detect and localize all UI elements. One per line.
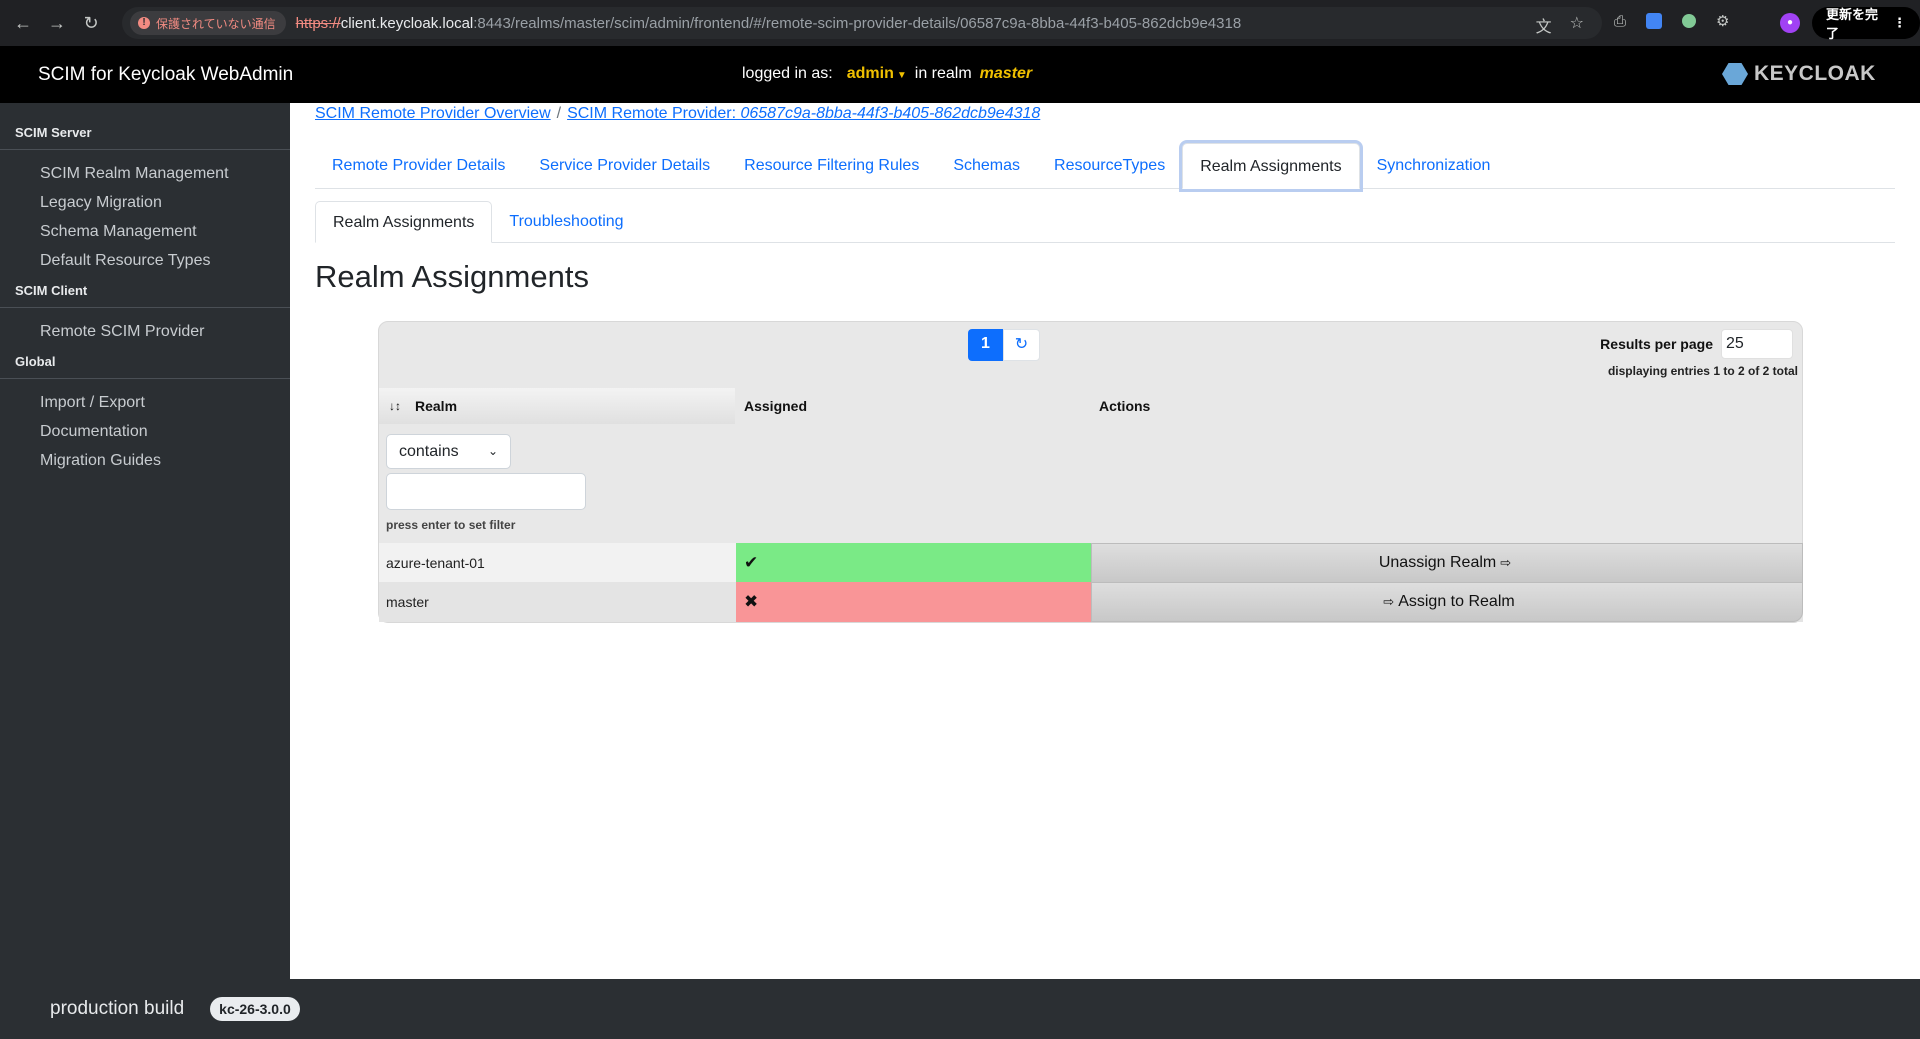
app-title: SCIM for Keycloak WebAdmin	[38, 64, 294, 85]
realm-assignments-table: 1 ↻ Results per page 25 displaying entri…	[378, 321, 1803, 623]
filter-hint: press enter to set filter	[386, 518, 516, 532]
security-chip[interactable]: ! 保護されていない通信	[130, 11, 286, 35]
subtab-realm-assignments[interactable]: Realm Assignments	[315, 201, 493, 243]
version-badge: kc-26-3.0.0	[210, 997, 300, 1021]
in-realm-label: in realm	[914, 65, 972, 82]
app-header: SCIM for Keycloak WebAdmin logged in as:…	[0, 46, 1920, 103]
column-header-actions: Actions	[1099, 398, 1151, 414]
tab-resource-types[interactable]: ResourceTypes	[1037, 143, 1182, 188]
footer: production build kc-26-3.0.0	[0, 979, 1920, 1039]
update-button[interactable]: 更新を完了 ⋮	[1812, 7, 1920, 41]
breadcrumb-overview-link[interactable]: SCIM Remote Provider Overview	[315, 105, 551, 122]
browser-toolbar: ← → ↻ ! 保護されていない通信 https://client.keyclo…	[0, 0, 1920, 46]
logged-in-label: logged in as:	[742, 65, 833, 82]
table-row: azure-tenant-01 ✔ Unassign Realm ⇨	[379, 543, 1803, 583]
tab-service-provider-details[interactable]: Service Provider Details	[522, 143, 727, 188]
assigned-check-icon: ✔	[736, 543, 1091, 583]
sign-in-icon: ⇨	[1383, 594, 1395, 609]
page-title: Realm Assignments	[315, 259, 589, 294]
address-bar[interactable]: ! 保護されていない通信 https://client.keycloak.loc…	[122, 7, 1602, 39]
subtab-troubleshooting[interactable]: Troubleshooting	[492, 201, 640, 242]
entries-info: displaying entries 1 to 2 of 2 total	[1607, 364, 1798, 378]
user-menu[interactable]: admin ▼	[847, 65, 907, 83]
provider-tabs: Remote Provider Details Service Provider…	[315, 143, 1895, 189]
results-per-page-input[interactable]: 25	[1721, 329, 1793, 359]
not-assigned-x-icon: ✖	[736, 582, 1091, 622]
realm-name: azure-tenant-01	[386, 555, 485, 571]
realm-filter-input[interactable]	[386, 473, 586, 510]
profile-avatar[interactable]: ●	[1780, 13, 1800, 33]
keycloak-hex-icon	[1722, 63, 1748, 85]
page-1-button[interactable]: 1	[968, 329, 1003, 361]
insecure-label: 保護されていない通信	[156, 16, 276, 31]
tab-synchronization[interactable]: Synchronization	[1360, 143, 1508, 188]
tab-schemas[interactable]: Schemas	[936, 143, 1037, 188]
breadcrumb-separator: /	[556, 105, 562, 122]
assign-to-realm-button[interactable]: ⇨ Assign to Realm	[1091, 582, 1803, 622]
pagination: 1 ↻	[968, 329, 1040, 361]
build-label: production build	[50, 998, 185, 1019]
tab-realm-assignments[interactable]: Realm Assignments	[1182, 143, 1360, 189]
translate-icon[interactable]: 文	[1536, 13, 1552, 37]
column-header-realm[interactable]: ↓↕ Realm	[379, 388, 735, 424]
extension-translate-icon[interactable]	[1646, 13, 1663, 29]
sidebar-item-legacy-migration[interactable]: Legacy Migration	[0, 188, 290, 217]
table-row: master ✖ ⇨ Assign to Realm	[379, 582, 1803, 622]
filter-mode-select[interactable]: contains ⌄	[386, 434, 511, 469]
column-header-assigned: Assigned	[744, 398, 808, 414]
sidebar-item-schema-management[interactable]: Schema Management	[0, 217, 290, 246]
tab-resource-filtering-rules[interactable]: Resource Filtering Rules	[727, 143, 936, 188]
realm-name: master	[386, 594, 429, 610]
sidebar-item-import-export[interactable]: Import / Export	[0, 388, 290, 417]
url-text[interactable]: https://client.keycloak.local:8443/realm…	[296, 15, 1242, 32]
tab-remote-provider-details[interactable]: Remote Provider Details	[315, 143, 522, 188]
reload-icon[interactable]: ↻	[74, 6, 108, 40]
sidebar-item-scim-realm-management[interactable]: SCIM Realm Management	[0, 159, 290, 188]
extension-status-icon[interactable]	[1682, 14, 1697, 28]
keycloak-logo: KEYCLOAK	[1722, 62, 1876, 86]
sidebar-section-scim-client: SCIM Client	[15, 283, 88, 298]
breadcrumb-provider-link[interactable]: SCIM Remote Provider: 06587c9a-8bba-44f3…	[567, 105, 1040, 122]
warning-icon: !	[138, 17, 150, 29]
sidebar-section-scim-server: SCIM Server	[15, 125, 92, 140]
sidebar: SCIM Server SCIM Realm Management Legacy…	[0, 103, 290, 979]
forward-icon[interactable]: →	[40, 6, 74, 40]
sidebar-item-migration-guides[interactable]: Migration Guides	[0, 446, 290, 475]
sidebar-item-documentation[interactable]: Documentation	[0, 417, 290, 446]
extensions-puzzle-icon[interactable]: ⚙	[1716, 12, 1729, 30]
caret-down-icon: ▼	[896, 70, 907, 81]
results-per-page: Results per page 25	[1600, 329, 1793, 359]
sidebar-item-remote-scim-provider[interactable]: Remote SCIM Provider	[0, 317, 290, 346]
realm-assignment-subtabs: Realm Assignments Troubleshooting	[315, 201, 1895, 243]
bookmark-star-icon[interactable]: ☆	[1570, 13, 1584, 37]
sort-icon[interactable]: ↓↕	[389, 399, 401, 413]
sidebar-section-global: Global	[15, 354, 56, 369]
chevron-down-icon: ⌄	[487, 444, 498, 458]
refresh-icon[interactable]: ↻	[1003, 329, 1040, 361]
current-realm: master	[979, 65, 1033, 82]
breadcrumb: SCIM Remote Provider Overview / SCIM Remot…	[315, 105, 1040, 123]
results-per-page-label: Results per page	[1600, 336, 1713, 352]
login-info: logged in as: admin ▼ in realm master	[742, 65, 1032, 83]
sign-out-icon: ⇨	[1500, 555, 1512, 570]
sidebar-item-default-resource-types[interactable]: Default Resource Types	[0, 246, 290, 275]
extension-printer-icon[interactable]: ⎙	[1614, 13, 1626, 30]
unassign-realm-button[interactable]: Unassign Realm ⇨	[1091, 543, 1803, 583]
back-icon[interactable]: ←	[6, 6, 40, 40]
